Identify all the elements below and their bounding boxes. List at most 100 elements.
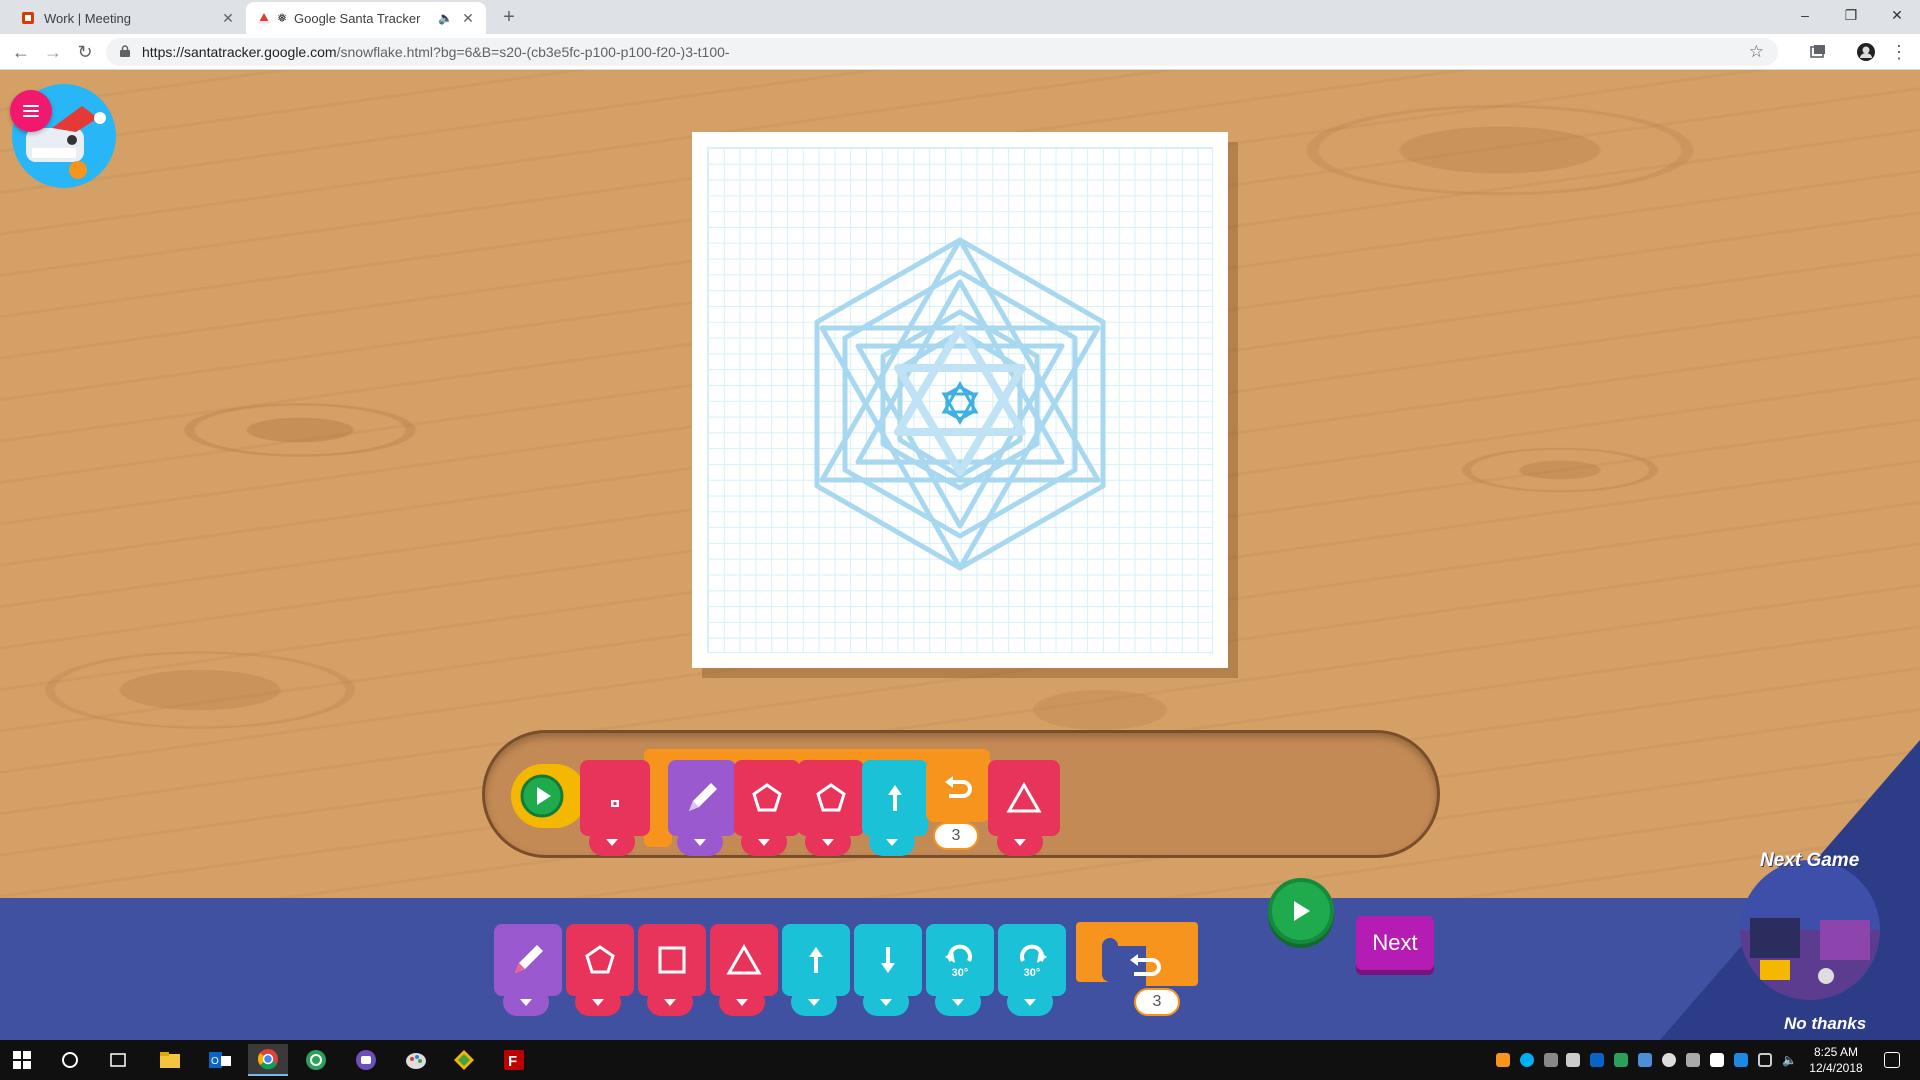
green-tray-icon[interactable] [1614,1053,1628,1067]
tray-misc-icon-2[interactable] [1710,1053,1724,1067]
tray-app-icon[interactable] [1496,1053,1510,1067]
next-button[interactable]: Next [1356,916,1434,970]
arrow-up-icon [809,947,823,973]
bookmark-star-icon[interactable]: ☆ [1749,42,1764,62]
next-game-title: Next Game [1760,850,1860,871]
purple-app-icon[interactable] [346,1044,386,1076]
tab-title: Google Santa Tracker [294,10,421,26]
tray-misc-icon-3[interactable] [1734,1053,1748,1067]
toolbox-turn-left-block[interactable]: 30° [926,924,994,996]
mail-tray-icon[interactable] [1566,1053,1580,1067]
network-tray-icon[interactable] [1638,1053,1652,1067]
minimize-button[interactable]: – [1782,0,1828,30]
task-view-icon[interactable] [98,1044,138,1076]
toolbox-repeat-count[interactable]: 3 [1134,988,1180,1016]
kebab-menu-icon[interactable]: ⋮ [1886,40,1912,64]
stamp-dropdown[interactable] [589,828,635,856]
cast-icon[interactable] [1808,42,1828,62]
pentagon-block-2[interactable] [798,760,864,836]
pencil-icon [689,783,717,811]
triangle-block[interactable] [988,760,1060,836]
next-game-thumbnail[interactable] [1740,860,1880,1000]
tray-misc-icon[interactable] [1686,1053,1700,1067]
toolbox-pen-block[interactable] [494,924,562,996]
paint-app-icon[interactable] [396,1044,436,1076]
filezilla-icon[interactable]: F [494,1044,534,1076]
volume-icon[interactable]: 🔈 [1782,1053,1797,1067]
run-program-button[interactable] [1268,878,1334,944]
taskbar-clock[interactable]: 8:25 AM 12/4/2018 [1808,1044,1864,1076]
search-circle-icon[interactable] [50,1044,90,1076]
lock-icon [120,45,130,57]
avatar-area [10,84,116,188]
pen-dropdown[interactable] [677,828,723,856]
office-favicon-icon [20,10,36,26]
reload-icon[interactable]: ↻ [72,40,98,64]
svg-text:F: F [508,1053,517,1070]
toolbox-forward-block[interactable] [782,924,850,996]
triangle-dropdown[interactable] [997,828,1043,856]
sync-tray-icon[interactable] [1662,1053,1676,1067]
pentagon-dropdown[interactable] [741,828,787,856]
chrome-icon[interactable] [248,1044,288,1076]
maximize-button[interactable]: ❐ [1828,0,1874,30]
tab-title: Work | Meeting [44,10,131,26]
url-text: https://santatracker.google.com/snowflak… [142,44,730,60]
skype-tray-icon[interactable] [1520,1053,1534,1067]
toolbox-turn-right-dropdown[interactable] [1007,988,1053,1016]
tool-app-icon[interactable] [444,1044,484,1076]
file-explorer-icon[interactable] [150,1044,190,1076]
toolbox-pentagon-dropdown[interactable] [575,988,621,1016]
close-window-button[interactable]: ✕ [1874,0,1920,30]
toolbox-backward-block[interactable] [854,924,922,996]
outlook-tray-icon[interactable] [1590,1053,1604,1067]
svg-text:O: O [211,1056,219,1067]
toolbox-repeat-block[interactable] [1076,922,1198,1002]
back-arrow-icon[interactable]: ← [8,40,34,64]
snowflake-drawing [814,237,1106,571]
tab-close-icon[interactable]: ✕ [220,10,236,27]
square-icon [658,946,686,974]
stamp-icon [611,800,619,807]
start-block[interactable] [512,764,572,828]
toolbox-triangle-block[interactable] [710,924,778,996]
tab-work-meeting[interactable]: Work | Meeting ✕ [10,2,246,34]
pentagon-icon [752,783,782,812]
no-thanks-link[interactable]: No thanks [1784,1014,1866,1034]
pencil-icon [515,945,543,973]
url-omnibox[interactable]: https://santatracker.google.com/snowflak… [106,38,1778,66]
speaker-icon[interactable]: 🔈 [438,11,456,25]
toolbox-pen-dropdown[interactable] [503,988,549,1016]
notifications-icon[interactable] [1884,1052,1900,1068]
battery-icon[interactable] [1758,1053,1772,1067]
tab-close-icon[interactable]: ✕ [460,10,476,27]
repeat-block[interactable] [926,760,990,822]
profile-avatar-icon[interactable] [1856,42,1876,62]
pen-block[interactable] [668,760,736,836]
pentagon-block[interactable] [734,760,800,836]
toolbox-square-block[interactable] [638,924,706,996]
toolbox-turn-right-block[interactable]: 30° [998,924,1066,996]
tab-santa-tracker[interactable]: ❅ Google Santa Tracker 🔈 ✕ [246,2,486,34]
repeat-count-input[interactable]: 3 [933,822,979,850]
new-tab-button[interactable]: + [496,6,522,28]
toolbox-forward-dropdown[interactable] [791,988,837,1016]
toolbox-pentagon-block[interactable] [566,924,634,996]
hamburger-menu-button[interactable] [10,90,52,132]
forward-arrow-icon[interactable]: → [40,40,66,64]
arrow-down-icon [881,947,895,973]
toolbox-turn-left-dropdown[interactable] [935,988,981,1016]
stamp-block[interactable] [580,760,650,836]
toolbox-triangle-dropdown[interactable] [719,988,765,1016]
windows-start-icon[interactable] [2,1044,42,1076]
forward-dropdown[interactable] [869,828,915,856]
toolbox-backward-dropdown[interactable] [863,988,909,1016]
tray-person-icon[interactable] [1544,1053,1558,1067]
green-app-icon[interactable] [296,1044,336,1076]
outlook-icon[interactable]: O [200,1044,240,1076]
forward-block[interactable] [862,760,928,836]
toolbox-square-dropdown[interactable] [647,988,693,1016]
play-icon [520,774,564,818]
pentagon-dropdown-2[interactable] [805,828,851,856]
play-icon [1294,901,1310,921]
